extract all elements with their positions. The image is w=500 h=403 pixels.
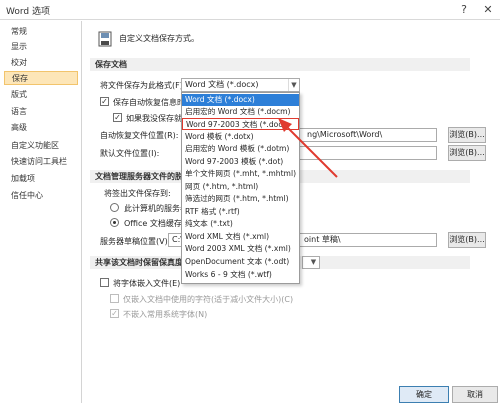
annotation-arrow [278, 118, 338, 178]
ok-button[interactable]: 确定 [399, 386, 449, 403]
cancel-button[interactable]: 取消 [452, 386, 498, 403]
